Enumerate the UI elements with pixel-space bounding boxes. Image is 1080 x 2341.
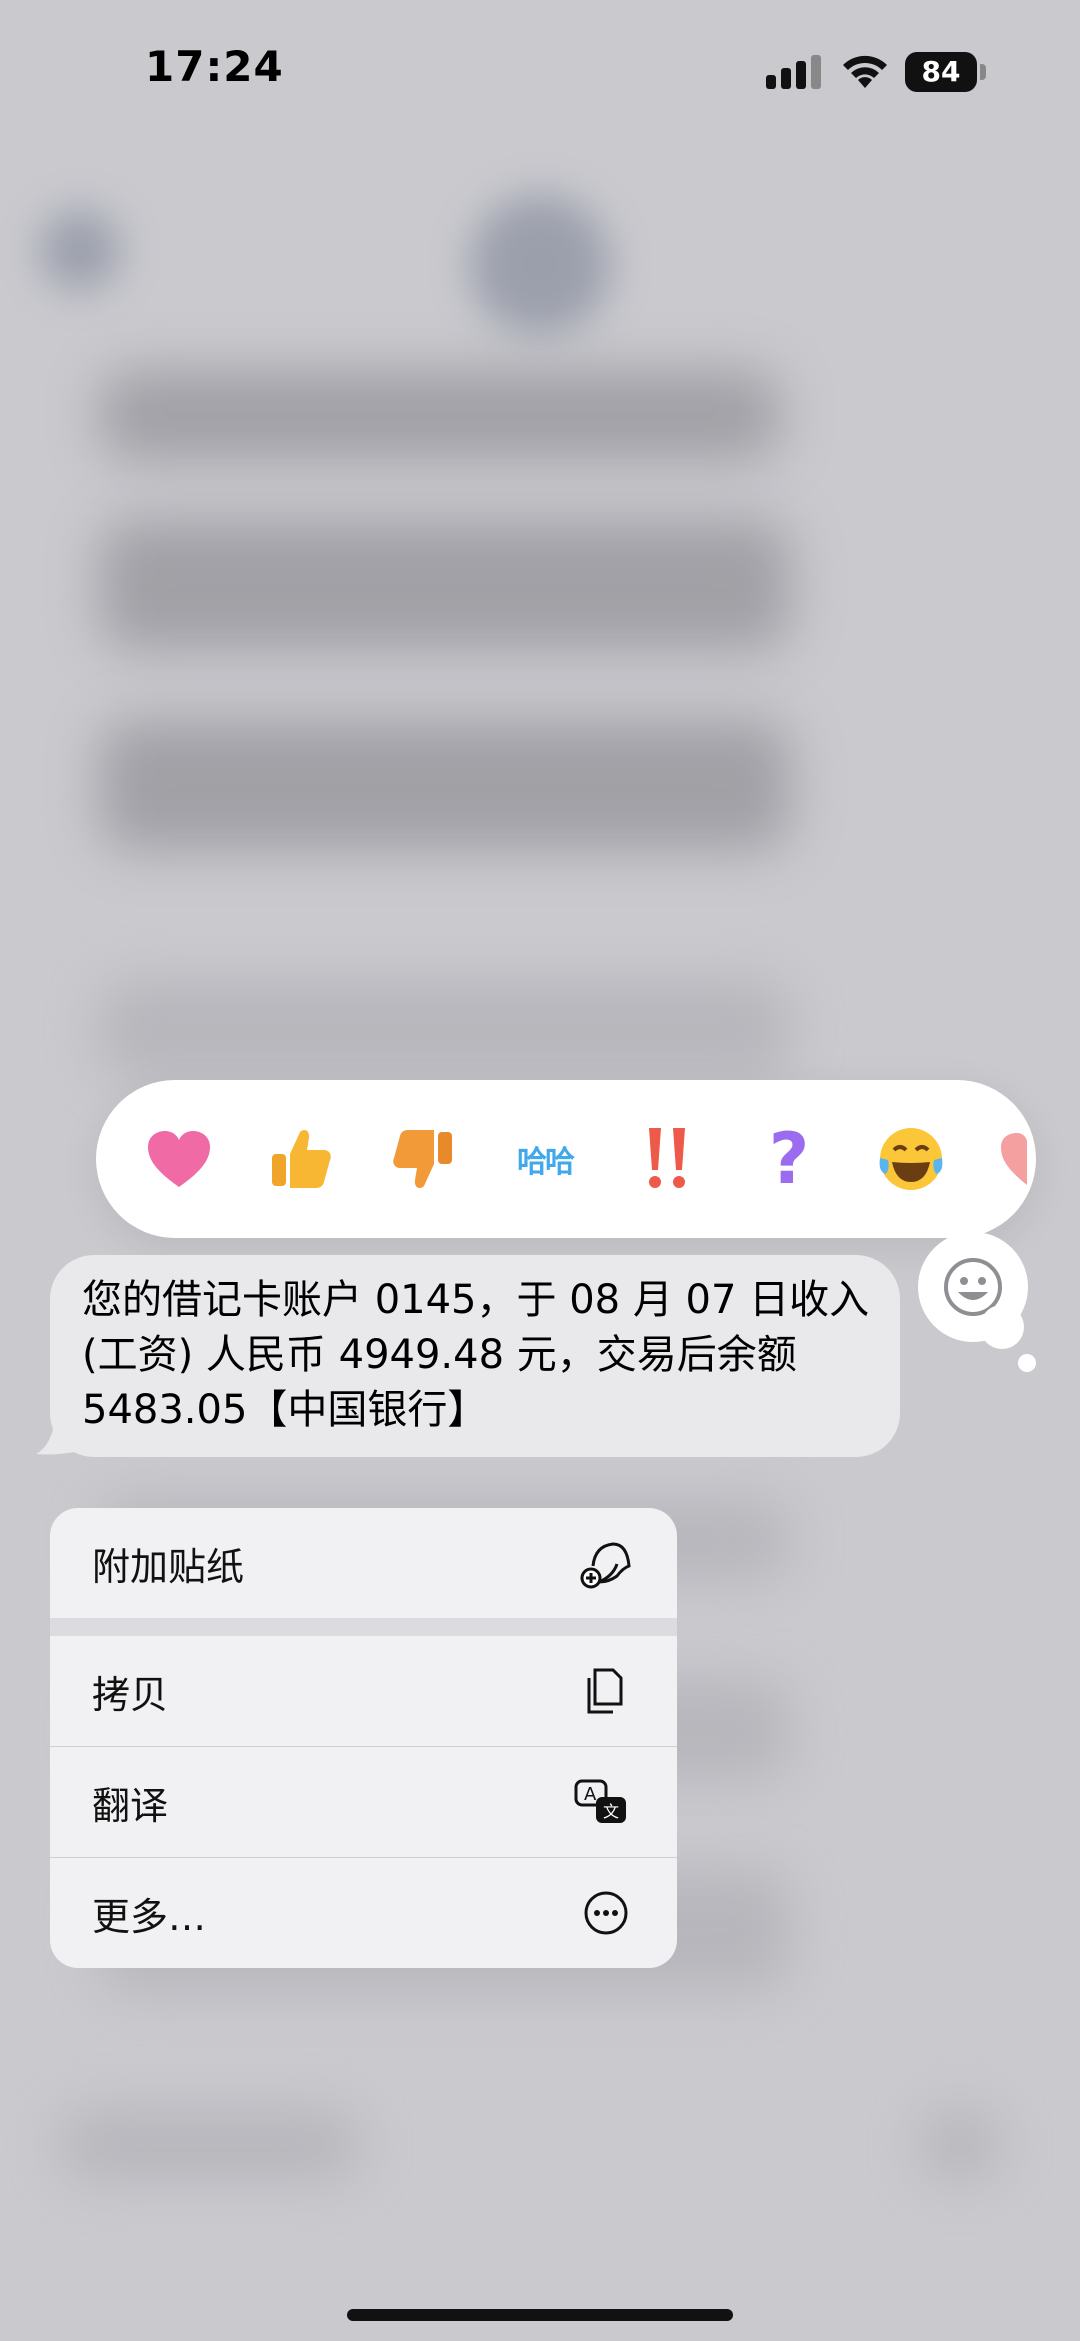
question-icon: ? [768,1118,810,1200]
copy-icon [587,1668,623,1714]
battery-level: 84 [905,52,977,92]
menu-item-label: 更多… [92,1894,207,1939]
double-exclamation-icon [649,1128,685,1188]
more-icon [584,1891,628,1935]
message-bubble[interactable]: 您的借记卡账户 0145，于 08 月 07 日收入 (工资) 人民币 4949… [50,1255,900,1457]
message-context-menu: 附加贴纸 拷贝 翻译 A 文 更多… [50,1508,677,1968]
menu-item-copy[interactable]: 拷贝 [50,1636,677,1746]
menu-item-add-sticker[interactable]: 附加贴纸 [50,1508,677,1618]
haha-icon: 哈哈 [517,1145,575,1180]
laughing-face-icon [879,1128,943,1190]
heart-icon [148,1131,210,1187]
exclamation-reaction-button[interactable] [622,1114,712,1204]
thumbs-down-reaction-button[interactable] [378,1114,468,1204]
home-indicator[interactable] [347,2309,733,2321]
wifi-icon [843,55,887,88]
menu-item-more[interactable]: 更多… [50,1858,677,1968]
thumbs-up-icon [272,1130,331,1188]
laughing-reaction-button[interactable] [866,1114,956,1204]
menu-item-label: 翻译 [92,1783,169,1828]
partial-heart-reaction-button[interactable] [982,1114,1036,1204]
menu-item-translate[interactable]: 翻译 A 文 [50,1747,677,1857]
haha-reaction-button[interactable]: 哈哈 [500,1114,590,1204]
question-reaction-button[interactable]: ? [744,1114,834,1204]
tapback-bubble-dot [980,1305,1024,1349]
thumbs-down-icon [393,1130,452,1188]
tapback-bubble-dot-small [1018,1354,1036,1372]
battery-icon: 84 [905,52,987,92]
message-text: 您的借记卡账户 0145，于 08 月 07 日收入 (工资) 人民币 4949… [82,1277,870,1433]
cellular-signal-icon [766,55,821,89]
sticker-add-icon [580,1542,631,1589]
broken-heart-icon [1001,1133,1027,1185]
menu-section-divider [50,1618,677,1636]
heart-reaction-button[interactable] [134,1114,224,1204]
tapback-reaction-bar: 哈哈 ? [96,1080,1036,1238]
svg-text:文: 文 [603,1802,619,1821]
svg-text:A: A [584,1784,597,1805]
translate-icon: A 文 [574,1779,626,1823]
thumbs-up-reaction-button[interactable] [256,1114,346,1204]
status-bar: 17:24 84 [0,0,1080,140]
status-time: 17:24 [145,42,284,91]
menu-item-label: 附加贴纸 [92,1544,245,1589]
menu-item-label: 拷贝 [92,1672,169,1717]
